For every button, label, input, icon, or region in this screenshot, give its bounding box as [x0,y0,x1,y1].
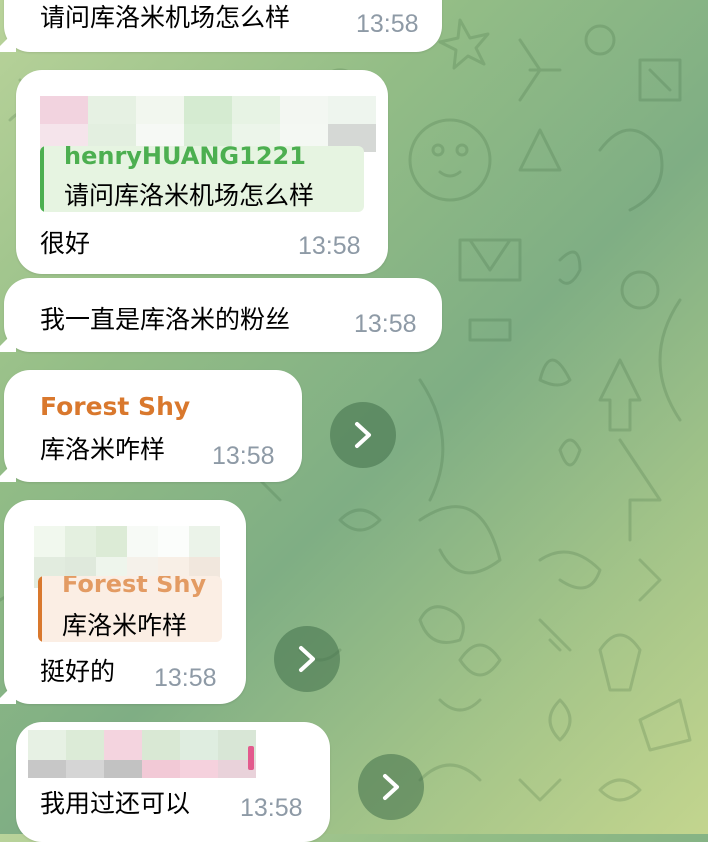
reply-text: 库洛米咋样 [62,611,188,640]
message-text: 我一直是库洛米的粉丝 [40,305,291,334]
forward-button[interactable] [330,402,396,468]
message-text: 我用过还可以 [40,789,191,818]
sender-name-redacted [40,96,382,152]
message-text: 很好 [40,229,91,258]
forward-arrow-icon [355,422,371,448]
reply-sender: Forest Shy [62,576,207,598]
message-time: 13:58 [356,10,419,38]
message-bubble[interactable]: 我一直是库洛米的粉丝 13:58 [0,278,442,352]
message-text: 请问库洛米机场怎么样 [40,3,291,32]
reply-bar [40,146,44,212]
message-text: 库洛米咋样 [40,435,166,464]
bubble-tail [0,30,16,52]
message-time: 13:58 [240,794,303,822]
message-bubble[interactable]: henryHUANG1221 请问库洛米机场怎么样 很好 13:58 [16,70,388,274]
bubble-tail [0,330,16,352]
bubble-tail [0,682,16,704]
forward-arrow-icon [299,646,315,672]
reply-bar [38,576,42,642]
message-time: 13:58 [212,442,275,470]
message-time: 13:58 [298,232,361,260]
forward-arrow-icon [383,774,399,800]
message-bubble[interactable]: Forest Shy 库洛米咋样 挺好的 13:58 [0,500,246,704]
message-time: 13:58 [154,664,217,692]
forward-button[interactable] [274,626,340,692]
reply-quote[interactable]: Forest Shy 库洛米咋样 [38,576,222,642]
reply-quote[interactable]: henryHUANG1221 请问库洛米机场怎么样 [40,146,364,212]
message-time: 13:58 [354,310,417,338]
forward-button[interactable] [358,754,424,820]
reply-text: 请问库洛米机场怎么样 [64,181,315,210]
message-bubble[interactable]: 我用过还可以 13:58 [16,722,330,842]
sender-name-redacted [28,730,256,778]
message-bubble[interactable]: Forest Shy 库洛米咋样 13:58 [0,370,302,482]
message-text: 挺好的 [40,657,116,686]
bubble-tail [0,460,16,482]
message-bubble[interactable]: 请问库洛米机场怎么样 13:58 [0,0,442,52]
sender-name-fragment [248,746,254,770]
reply-sender: henryHUANG1221 [64,146,306,170]
message-sender[interactable]: Forest Shy [40,392,190,421]
